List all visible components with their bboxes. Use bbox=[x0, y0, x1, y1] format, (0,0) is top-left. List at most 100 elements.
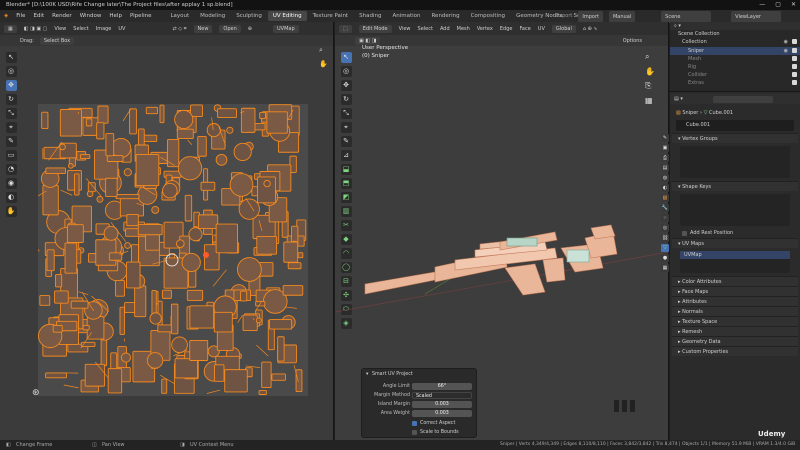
editor-type-icon[interactable]: ▦ bbox=[4, 24, 17, 33]
menu-render[interactable]: Render bbox=[52, 13, 72, 19]
relax-tool-icon[interactable]: ◔ bbox=[5, 164, 17, 175]
maximize-button[interactable]: ▢ bbox=[775, 0, 781, 10]
render-tab-icon[interactable]: ▣ bbox=[661, 144, 669, 152]
object-tab-icon[interactable]: ▧ bbox=[661, 194, 669, 202]
uvmap-selector[interactable]: UVMap bbox=[272, 24, 299, 33]
tab-texture-paint[interactable]: Texture Paint bbox=[308, 11, 354, 21]
properties-editor-icon[interactable]: ▤ ▾ bbox=[674, 96, 683, 102]
eye-icon[interactable]: ◉ bbox=[784, 47, 788, 55]
tab-modeling[interactable]: Modeling bbox=[195, 11, 230, 21]
redo-panel-header[interactable]: ▾ Smart UV Project bbox=[362, 370, 478, 379]
open-image-button[interactable]: Open bbox=[219, 24, 241, 33]
material-tab-icon[interactable]: ● bbox=[661, 254, 669, 262]
angle-limit-field[interactable]: 66° bbox=[412, 383, 472, 390]
section-custom-properties[interactable]: ▸ Custom Properties bbox=[672, 346, 798, 356]
section-vertex-groups[interactable]: ▾ Vertex Groups bbox=[672, 133, 798, 143]
sample-tool-icon[interactable]: ✋ bbox=[5, 206, 17, 217]
menu-file[interactable]: File bbox=[16, 13, 25, 19]
uv-menu-view[interactable]: View bbox=[54, 26, 66, 32]
world-tab-icon[interactable]: ◐ bbox=[661, 184, 669, 192]
tab-rendering[interactable]: Rendering bbox=[426, 11, 464, 21]
checkbox-icon[interactable] bbox=[792, 72, 797, 78]
scene-tab-icon[interactable]: ◍ bbox=[661, 174, 669, 182]
outliner-scene-collection[interactable]: Scene Collection bbox=[670, 30, 800, 38]
select-box-dropdown[interactable]: Select Box bbox=[39, 36, 75, 45]
move-tool-icon[interactable]: ✥ bbox=[5, 80, 17, 91]
checkbox-icon[interactable] bbox=[792, 47, 797, 53]
pan-hand-icon[interactable]: ✋ bbox=[319, 60, 328, 68]
section-normals[interactable]: ▸ Normals bbox=[672, 306, 798, 316]
close-button[interactable]: ✕ bbox=[791, 0, 796, 10]
tool-tab-icon[interactable]: ✎ bbox=[661, 134, 669, 142]
uv-map-item[interactable]: UVMap bbox=[680, 251, 790, 259]
cursor-tool-icon[interactable]: ◎ bbox=[5, 66, 17, 77]
section-texture-space[interactable]: ▸ Texture Space bbox=[672, 316, 798, 326]
tab-layout[interactable]: Layout bbox=[165, 11, 194, 21]
checkbox-icon[interactable] bbox=[792, 80, 797, 86]
uv-maps-list[interactable]: UVMap bbox=[680, 251, 790, 273]
margin-method-dropdown[interactable]: Scaled bbox=[412, 392, 472, 399]
rotate-tool-icon[interactable]: ↻ bbox=[5, 94, 17, 105]
checkbox-icon[interactable] bbox=[792, 55, 797, 61]
uv-menu-uv[interactable]: UV bbox=[118, 26, 125, 32]
new-image-button[interactable]: New bbox=[193, 24, 213, 33]
grab-tool-icon[interactable]: ▭ bbox=[5, 150, 17, 161]
outliner-item-collection[interactable]: Collection ◉ bbox=[670, 38, 800, 46]
section-face-maps[interactable]: ▸ Face Maps bbox=[672, 286, 798, 296]
section-geometry-data[interactable]: ▸ Geometry Data bbox=[672, 336, 798, 346]
transform-tool-icon[interactable]: ⌖ bbox=[5, 122, 17, 133]
add-rest-checkbox[interactable] bbox=[682, 231, 687, 236]
menu-pipeline[interactable]: Pipeline bbox=[130, 13, 152, 19]
breadcrumb-object[interactable]: Sniper bbox=[682, 110, 698, 116]
view-layer-tab-icon[interactable]: ▤ bbox=[661, 164, 669, 172]
eye-icon[interactable]: ◉ bbox=[784, 38, 788, 46]
minimize-button[interactable]: — bbox=[759, 0, 765, 10]
outliner-search-icon[interactable]: ⌕ ▾ bbox=[674, 23, 681, 29]
uv-layout-canvas[interactable] bbox=[38, 104, 308, 396]
menu-help[interactable]: Help bbox=[109, 13, 122, 19]
rip-tool-icon[interactable]: ◐ bbox=[5, 192, 17, 203]
correct-aspect-checkbox[interactable] bbox=[412, 421, 417, 426]
properties-search[interactable] bbox=[712, 95, 773, 103]
section-attributes[interactable]: ▸ Attributes bbox=[672, 296, 798, 306]
outliner-item-rig[interactable]: Rig bbox=[670, 63, 800, 71]
uv-editor[interactable]: ▦ ◧ ◨ ▣ ▢ View Select Image UV ⇄ ◇ ⌗ New… bbox=[0, 22, 334, 440]
section-remesh[interactable]: ▸ Remesh bbox=[672, 326, 798, 336]
tab-sculpting[interactable]: Sculpting bbox=[231, 11, 267, 21]
physics-tab-icon[interactable]: ◎ bbox=[661, 224, 669, 232]
section-uv-maps[interactable]: ▾ UV Maps bbox=[672, 238, 798, 248]
data-tab-icon[interactable]: ▽ bbox=[661, 244, 669, 252]
scale-tool-icon[interactable]: ⤡ bbox=[5, 108, 17, 119]
vertex-groups-list[interactable] bbox=[680, 146, 790, 178]
checkbox-icon[interactable] bbox=[792, 63, 797, 69]
pin-icon[interactable]: ⊕ bbox=[248, 26, 252, 32]
zoom-icon[interactable]: ⌕ bbox=[319, 46, 323, 55]
shape-keys-list[interactable] bbox=[680, 194, 790, 226]
island-margin-field[interactable]: 0.003 bbox=[412, 401, 472, 408]
tab-compositing[interactable]: Compositing bbox=[466, 11, 510, 21]
blender-logo-icon[interactable]: ◈ bbox=[4, 13, 8, 19]
tab-animation[interactable]: Animation bbox=[387, 11, 425, 21]
menu-edit[interactable]: Edit bbox=[33, 13, 44, 19]
menu-window[interactable]: Window bbox=[80, 13, 102, 19]
mesh-name-field[interactable]: Cube.001 bbox=[676, 120, 794, 131]
annotate-tool-icon[interactable]: ✎ bbox=[5, 136, 17, 147]
uv-menu-select[interactable]: Select bbox=[73, 26, 88, 32]
modifier-tab-icon[interactable]: 🔧 bbox=[661, 204, 669, 212]
select-tool-icon[interactable]: ↖ bbox=[5, 52, 17, 63]
outliner-item-mesh[interactable]: Mesh bbox=[670, 55, 800, 63]
area-weight-field[interactable]: 0.003 bbox=[412, 410, 472, 417]
section-shape-keys[interactable]: ▾ Shape Keys bbox=[672, 181, 798, 191]
sync-icons[interactable]: ⇄ ◇ ⌗ bbox=[172, 26, 186, 32]
section-color-attributes[interactable]: ▸ Color Attributes bbox=[672, 276, 798, 286]
uv-menu-image[interactable]: Image bbox=[96, 26, 112, 32]
outliner-item-extras[interactable]: Extras bbox=[670, 79, 800, 87]
output-tab-icon[interactable]: ⎙ bbox=[661, 154, 669, 162]
tab-shading[interactable]: Shading bbox=[354, 11, 386, 21]
scale-bounds-checkbox[interactable] bbox=[412, 430, 417, 435]
particles-tab-icon[interactable]: ⁘ bbox=[661, 214, 669, 222]
mode-icons[interactable]: ◧ ◨ ▣ ▢ bbox=[24, 26, 48, 32]
breadcrumb-mesh[interactable]: Cube.001 bbox=[709, 110, 733, 116]
tab-uv-editing[interactable]: UV Editing bbox=[267, 11, 307, 21]
2d-cursor-icon[interactable]: ⊛ bbox=[32, 388, 40, 398]
